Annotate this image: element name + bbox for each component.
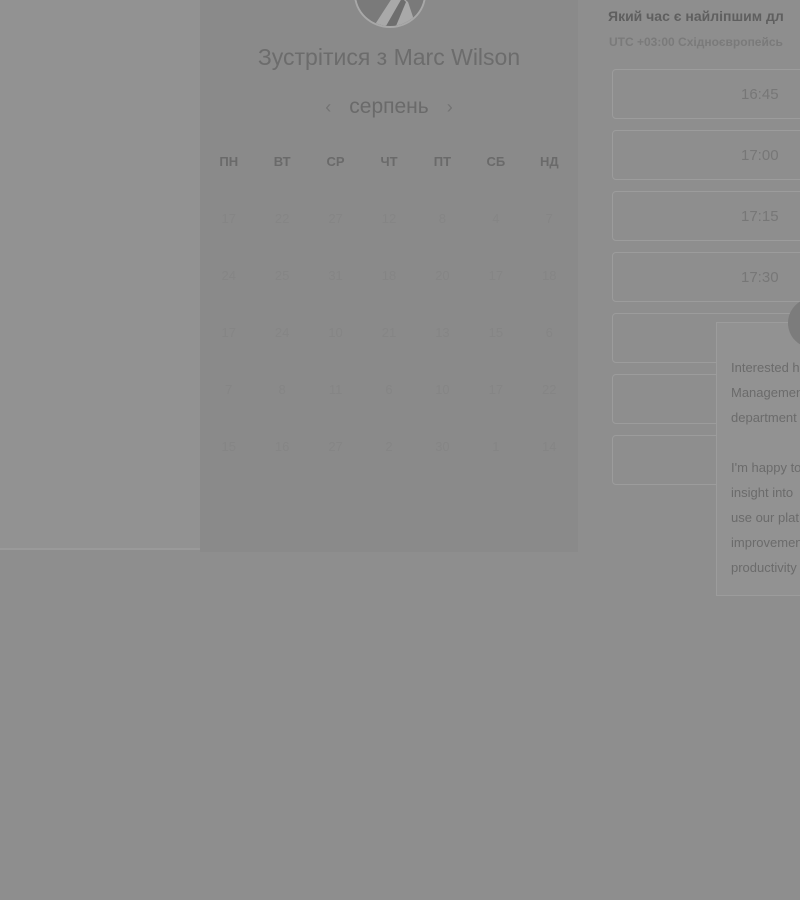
meeting-title: Зустрітися з Marc Wilson bbox=[257, 44, 521, 70]
calendar-day[interactable]: 8 bbox=[416, 207, 469, 264]
calendar-day[interactable]: 24 bbox=[255, 321, 308, 378]
weekday-label: ПТ bbox=[433, 154, 452, 169]
chat-message: Interested h Managemen department I'm ha… bbox=[731, 355, 800, 580]
weekday-header: ПН ВТ СР ЧТ ПТ СБ НД bbox=[200, 154, 578, 169]
time-slot-button[interactable]: 17:00 bbox=[612, 130, 800, 180]
weekday-label: ЧТ bbox=[380, 154, 398, 169]
calendar-day[interactable]: 10 bbox=[309, 321, 362, 378]
chat-line: department bbox=[731, 410, 797, 425]
left-margin bbox=[0, 0, 200, 550]
chevron-left-icon[interactable]: ‹ bbox=[321, 97, 335, 118]
calendar-day[interactable]: 6 bbox=[362, 378, 415, 435]
calendar-day[interactable]: 17 bbox=[469, 378, 522, 435]
calendar-day[interactable]: 25 bbox=[255, 264, 308, 321]
calendar-day[interactable]: 17 bbox=[469, 264, 522, 321]
month-navigation: ‹ серпень › bbox=[200, 92, 578, 122]
calendar-day[interactable]: 11 bbox=[309, 378, 362, 435]
calendar-day[interactable]: 20 bbox=[416, 264, 469, 321]
calendar-day[interactable]: 14 bbox=[523, 435, 576, 492]
calendar-day[interactable]: 21 bbox=[362, 321, 415, 378]
timezone-label[interactable]: UTC +03:00 Східноєвропейсь bbox=[609, 35, 783, 49]
weekday-label: СБ bbox=[486, 154, 506, 169]
chat-line: I'm happy to bbox=[731, 460, 800, 475]
calendar-day[interactable]: 27 bbox=[309, 435, 362, 492]
calendar-day[interactable]: 8 bbox=[255, 378, 308, 435]
chat-line: improvemen bbox=[731, 535, 800, 550]
chat-line: use our plat bbox=[731, 510, 799, 525]
weekday-label: НД bbox=[539, 154, 559, 169]
calendar-day[interactable]: 18 bbox=[362, 264, 415, 321]
month-label: серпень bbox=[349, 95, 429, 118]
calendar-day[interactable]: 6 bbox=[523, 321, 576, 378]
calendar-day[interactable]: 4 bbox=[469, 207, 522, 264]
calendar-day[interactable]: 22 bbox=[523, 378, 576, 435]
calendar-day[interactable]: 13 bbox=[416, 321, 469, 378]
calendar-day[interactable]: 17 bbox=[202, 207, 255, 264]
calendar-days-grid: 17 22 27 12 8 4 7 24 25 31 18 20 17 18 1… bbox=[200, 207, 578, 492]
calendar-day[interactable]: 15 bbox=[469, 321, 522, 378]
time-slot-button[interactable]: 16:45 bbox=[612, 69, 800, 119]
chat-popup[interactable]: Interested h Managemen department I'm ha… bbox=[716, 322, 800, 596]
calendar-panel: Зустрітися з Marc Wilson ‹ серпень › ПН … bbox=[200, 0, 578, 552]
weekday-label: СР bbox=[326, 154, 345, 169]
weekday-label: ПН bbox=[219, 154, 239, 169]
chat-line: Interested h bbox=[731, 360, 800, 375]
time-slot-button[interactable]: 17:15 bbox=[612, 191, 800, 241]
calendar-day[interactable]: 7 bbox=[523, 207, 576, 264]
calendar-day[interactable]: 24 bbox=[202, 264, 255, 321]
time-slot-button[interactable]: 17:30 bbox=[612, 252, 800, 302]
calendar-day[interactable]: 22 bbox=[255, 207, 308, 264]
weekday-label: ВТ bbox=[273, 154, 291, 169]
chat-line: insight into bbox=[731, 485, 794, 500]
calendar-day[interactable]: 2 bbox=[362, 435, 415, 492]
calendar-day[interactable]: 31 bbox=[309, 264, 362, 321]
chevron-right-icon[interactable]: › bbox=[443, 97, 457, 118]
calendar-day[interactable]: 10 bbox=[416, 378, 469, 435]
calendar-day[interactable]: 18 bbox=[523, 264, 576, 321]
calendar-day[interactable]: 1 bbox=[469, 435, 522, 492]
avatar bbox=[354, 0, 426, 28]
calendar-day[interactable]: 27 bbox=[309, 207, 362, 264]
time-question-heading: Який час є найліпшим дл bbox=[608, 8, 784, 24]
chat-line: Managemen bbox=[731, 385, 800, 400]
calendar-day[interactable]: 30 bbox=[416, 435, 469, 492]
calendar-day[interactable]: 15 bbox=[202, 435, 255, 492]
calendar-day[interactable]: 7 bbox=[202, 378, 255, 435]
calendar-day[interactable]: 12 bbox=[362, 207, 415, 264]
calendar-day[interactable]: 17 bbox=[202, 321, 255, 378]
chat-line: productivity bbox=[731, 560, 797, 575]
calendar-day[interactable]: 16 bbox=[255, 435, 308, 492]
